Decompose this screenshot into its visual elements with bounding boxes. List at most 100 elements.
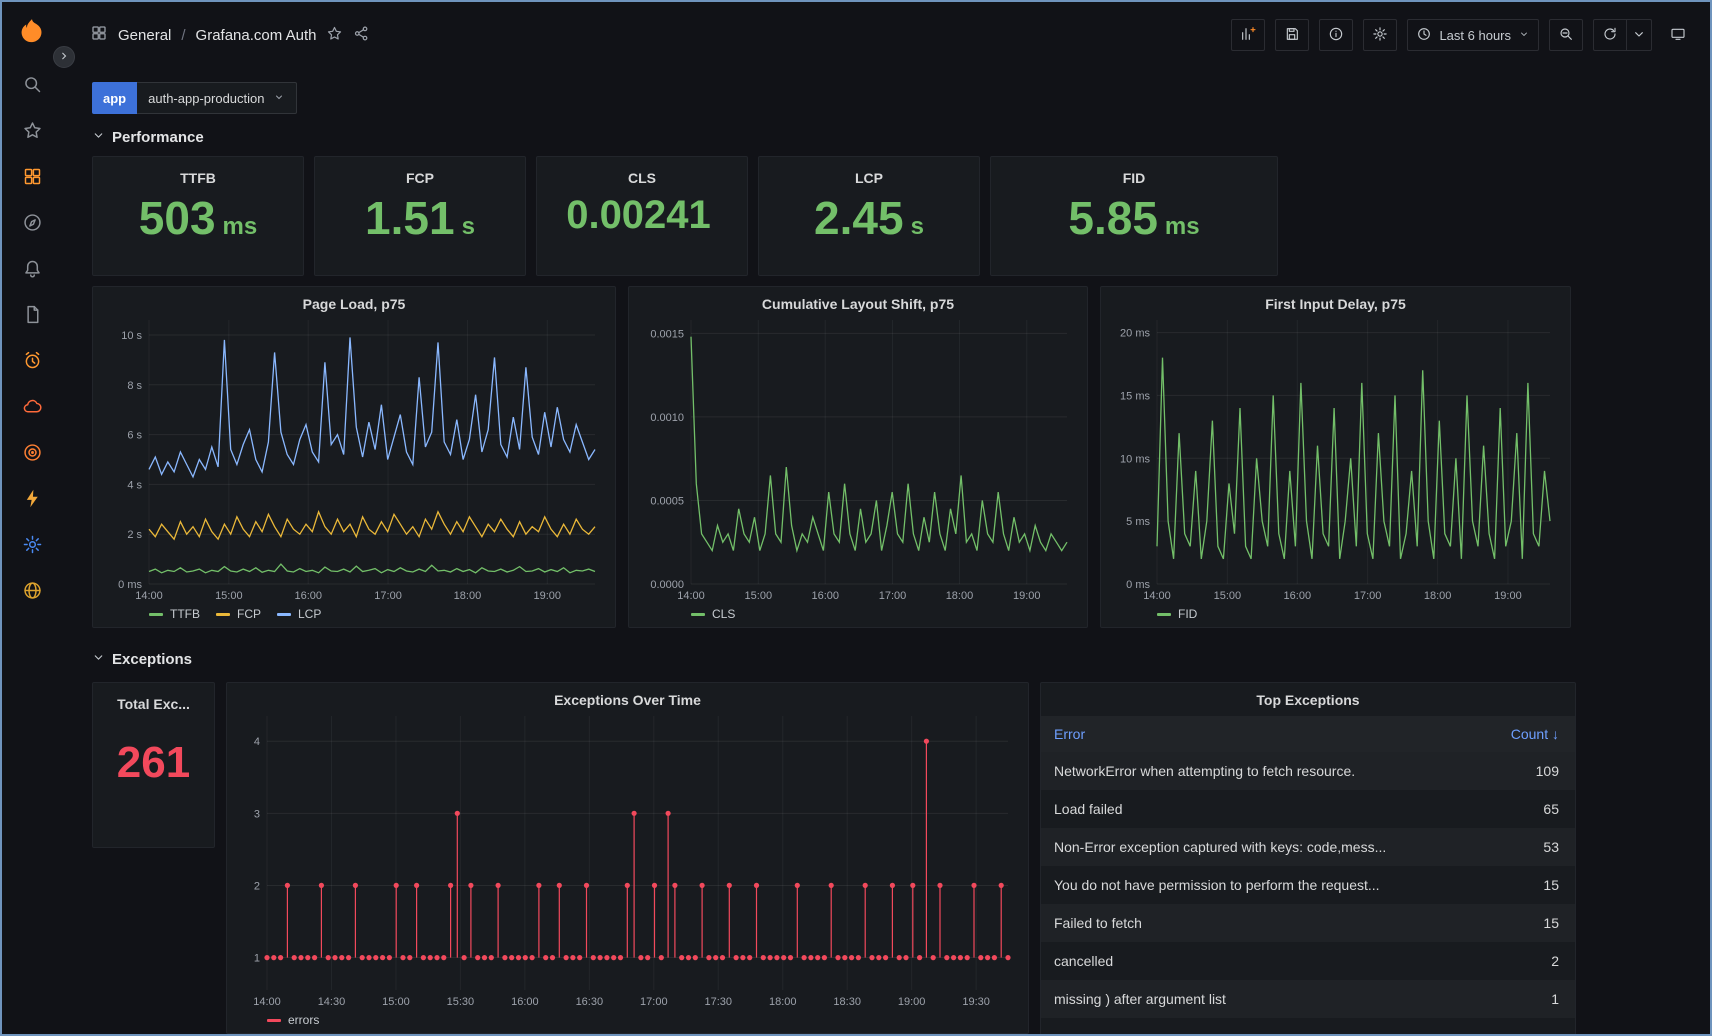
sidebar-item-docs[interactable] <box>11 294 53 340</box>
sidebar-item-synthetic-monitoring[interactable] <box>11 340 53 386</box>
kiosk-mode-button[interactable] <box>1662 19 1694 51</box>
chevron-down-icon <box>1518 28 1530 43</box>
dashboard-toolbar: Last 6 hours <box>1231 19 1694 51</box>
chevron-down-icon <box>92 651 105 668</box>
save-dashboard-button[interactable] <box>1275 19 1309 51</box>
svg-text:15:30: 15:30 <box>447 996 475 1008</box>
count-cell: 1 <box>1489 980 1575 1018</box>
legend-item-fcp[interactable]: FCP <box>216 607 261 621</box>
stat-panel-lcp: LCP 2.45s <box>758 156 980 276</box>
sidebar-item-alerting[interactable] <box>11 248 53 294</box>
dashboards-icon <box>22 166 43 192</box>
dashboards-grid-icon <box>90 24 108 46</box>
panel-title[interactable]: LCP <box>855 170 883 186</box>
stat-value: 5.85ms <box>1068 194 1199 242</box>
sidebar-item-dashboards[interactable] <box>11 156 53 202</box>
column-header-count[interactable]: Count ↓ <box>1489 716 1575 752</box>
cls-chart[interactable]: 14:0015:0016:0017:0018:0019:000.00000.00… <box>639 312 1077 604</box>
sidebar-item-explore[interactable] <box>11 202 53 248</box>
svg-text:5 ms: 5 ms <box>1126 516 1150 528</box>
series-swatch <box>149 613 163 616</box>
stat-panel-fcp: FCP 1.51s <box>314 156 526 276</box>
svg-text:19:00: 19:00 <box>534 590 562 602</box>
row-header-exceptions[interactable]: Exceptions <box>92 642 1696 676</box>
legend-item-lcp[interactable]: LCP <box>277 607 321 621</box>
grafana-logo[interactable] <box>17 16 47 46</box>
svg-text:20 ms: 20 ms <box>1120 328 1150 340</box>
series-swatch <box>691 613 705 616</box>
table-row: Non-Error exception captured with keys: … <box>1041 828 1575 866</box>
panel-title[interactable]: FID <box>1123 170 1146 186</box>
sidebar-item-cloud-app[interactable] <box>11 386 53 432</box>
stat-value: 2.45s <box>814 194 924 242</box>
sidebar-expand-button[interactable] <box>53 46 75 68</box>
refresh-button[interactable] <box>1593 19 1627 51</box>
chevron-down-icon <box>273 91 285 106</box>
save-icon <box>1284 26 1300 45</box>
svg-text:14:00: 14:00 <box>135 590 163 602</box>
legend-item-errors[interactable]: errors <box>267 1013 319 1027</box>
sidebar-item-performance[interactable] <box>11 478 53 524</box>
panel-title[interactable]: Top Exceptions <box>1041 692 1575 708</box>
legend-item-cls[interactable]: CLS <box>691 607 735 621</box>
panel-title[interactable]: Cumulative Layout Shift, p75 <box>639 296 1077 312</box>
variable-app-picker[interactable]: app auth-app-production <box>92 82 297 114</box>
legend-item-fid[interactable]: FID <box>1157 607 1197 621</box>
panel-title[interactable]: Total Exc... <box>117 696 190 712</box>
svg-text:3: 3 <box>254 808 260 820</box>
dashboard-insights-button[interactable] <box>1319 19 1353 51</box>
svg-text:14:00: 14:00 <box>1143 590 1171 602</box>
error-cell: Failed to fetch <box>1041 904 1489 942</box>
legend-item-ttfb[interactable]: TTFB <box>149 607 200 621</box>
sidebar-item-starred[interactable] <box>11 110 53 156</box>
sidebar-item-search[interactable] <box>11 64 53 110</box>
svg-text:6 s: 6 s <box>127 430 142 442</box>
total-exceptions-value: 261 <box>117 738 190 788</box>
chevron-down-icon <box>1631 26 1647 45</box>
svg-text:0.0010: 0.0010 <box>650 412 684 424</box>
dashboard-settings-button[interactable] <box>1363 19 1397 51</box>
svg-text:18:00: 18:00 <box>1424 590 1452 602</box>
add-panel-button[interactable] <box>1231 19 1265 51</box>
row-header-performance[interactable]: Performance <box>92 120 1696 154</box>
zoom-out-button[interactable] <box>1549 19 1583 51</box>
panel-page-load: Page Load, p75 14:0015:0016:0017:0018:00… <box>92 286 616 628</box>
stat-value: 1.51s <box>365 194 475 242</box>
sidebar-item-web-analytics[interactable] <box>11 570 53 616</box>
exceptions-chart[interactable]: 14:0014:3015:0015:3016:0016:3017:0017:30… <box>237 708 1018 1010</box>
series-swatch <box>216 613 230 616</box>
series-swatch <box>277 613 291 616</box>
count-cell: 15 <box>1489 904 1575 942</box>
count-cell: 15 <box>1489 866 1575 904</box>
panel-title[interactable]: CLS <box>628 170 656 186</box>
star-dashboard-button[interactable] <box>326 25 343 45</box>
refresh-button-group <box>1593 19 1652 51</box>
grafana-app: General / Grafana.com Auth Last 6 hours <box>0 0 1712 1036</box>
page-load-chart[interactable]: 14:0015:0016:0017:0018:0019:000 ms2 s4 s… <box>103 312 605 604</box>
svg-text:16:30: 16:30 <box>576 996 604 1008</box>
sidebar-item-oncall[interactable] <box>11 432 53 478</box>
dashboard-title[interactable]: Grafana.com Auth <box>196 27 317 44</box>
panel-title[interactable]: Exceptions Over Time <box>237 692 1018 708</box>
time-range-picker[interactable]: Last 6 hours <box>1407 19 1539 51</box>
sort-desc-icon: ↓ <box>1552 726 1559 742</box>
panel-title[interactable]: TTFB <box>180 170 216 186</box>
svg-text:0 ms: 0 ms <box>1126 579 1150 591</box>
share-dashboard-button[interactable] <box>353 25 370 45</box>
column-header-error[interactable]: Error <box>1041 716 1489 752</box>
table-row: You do not have permission to perform th… <box>1041 866 1575 904</box>
panel-title[interactable]: Page Load, p75 <box>103 296 605 312</box>
svg-text:15:00: 15:00 <box>745 590 773 602</box>
charts-row: Page Load, p75 14:0015:0016:0017:0018:00… <box>92 286 1696 628</box>
k8s-icon <box>22 534 43 560</box>
sidebar-item-kubernetes[interactable] <box>11 524 53 570</box>
fid-chart[interactable]: 14:0015:0016:0017:0018:0019:000 ms5 ms10… <box>1111 312 1560 604</box>
panel-title[interactable]: FCP <box>406 170 434 186</box>
error-cell: You do not have permission to perform th… <box>1041 866 1489 904</box>
refresh-interval-dropdown[interactable] <box>1627 19 1652 51</box>
chart-legend: TTFB FCP LCP <box>103 604 605 621</box>
svg-text:16:00: 16:00 <box>1284 590 1312 602</box>
breadcrumb-section[interactable]: General <box>118 27 171 44</box>
panel-title[interactable]: First Input Delay, p75 <box>1111 296 1560 312</box>
dashboard-header: General / Grafana.com Auth Last 6 hours <box>64 0 1712 70</box>
